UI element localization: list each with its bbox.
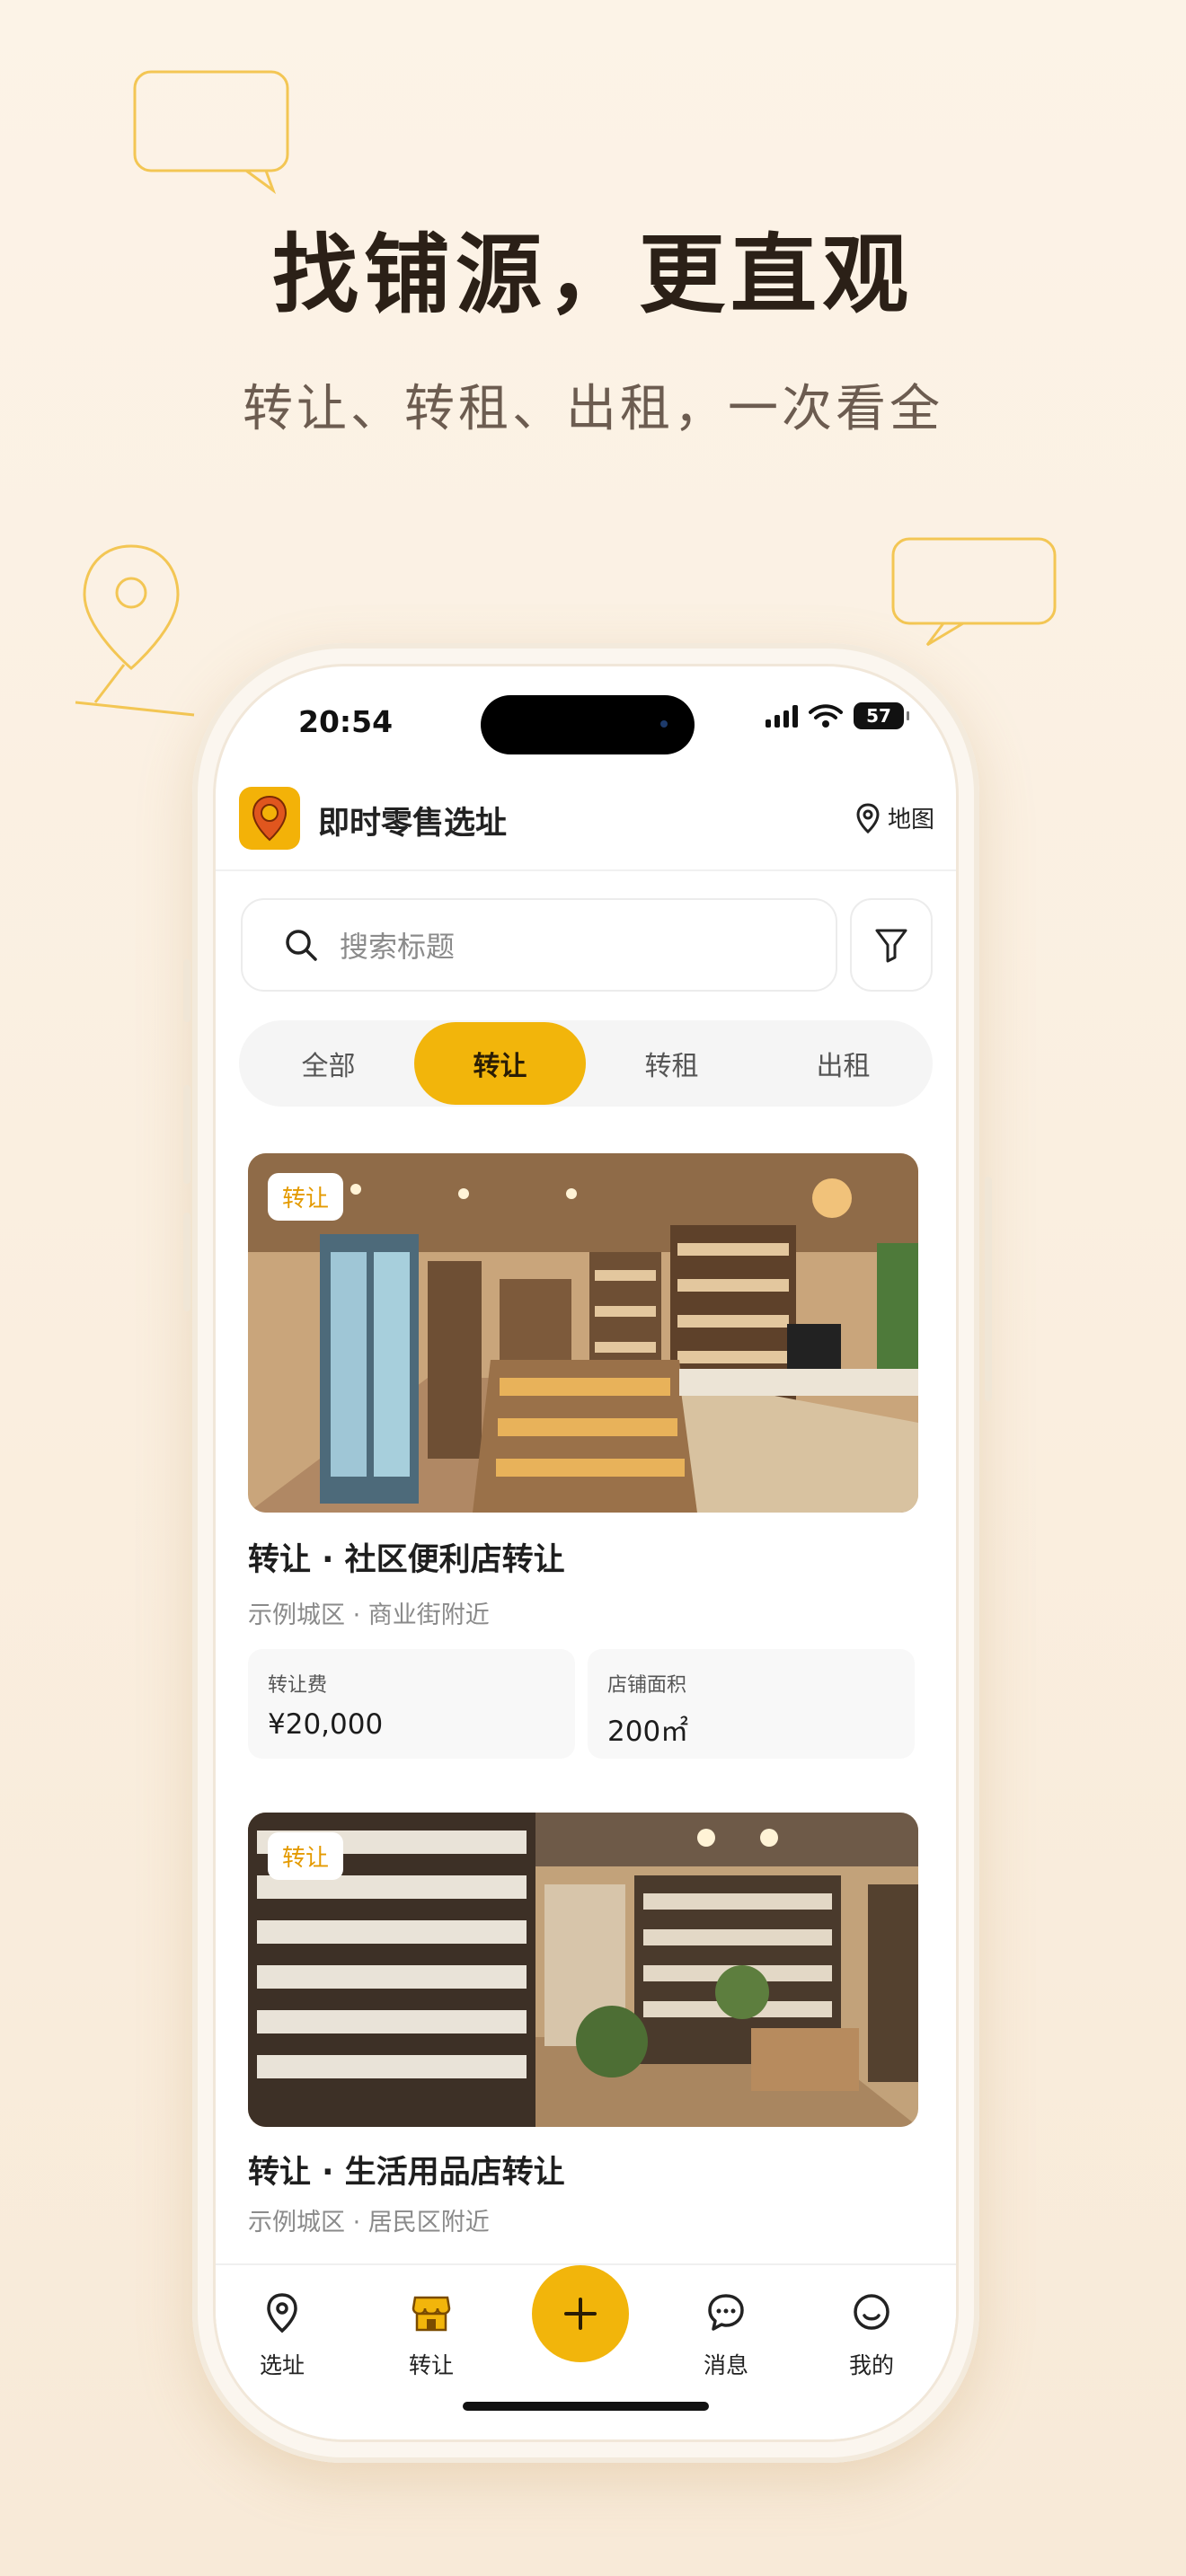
tab-transfer[interactable]: 转让 — [414, 1022, 586, 1105]
listing-title[interactable]: 转让 · 社区便利店转让 — [248, 1534, 565, 1580]
speech-bubble-decoration — [133, 70, 289, 194]
app-logo — [239, 787, 300, 850]
listing-title[interactable]: 转让 · 生活用品店转让 — [248, 2147, 565, 2192]
phone-side-button — [183, 959, 190, 1022]
tabbar-label: 选址 — [259, 2352, 305, 2378]
phone-volume-up — [183, 1085, 190, 1184]
map-label: 地图 — [887, 807, 934, 834]
location-pin-logo-icon — [252, 795, 288, 842]
phone-volume-down — [183, 1213, 190, 1311]
home-indicator[interactable] — [463, 2402, 709, 2411]
tab-all[interactable]: 全部 — [243, 1022, 414, 1105]
tabbar-label: 转让 — [408, 2352, 454, 2378]
signal-icon — [766, 704, 798, 728]
stat-label: 转让费 — [268, 1674, 328, 1697]
tabbar-item-transfer[interactable]: 转让 — [386, 2292, 476, 2380]
map-button[interactable]: 地图 — [855, 801, 934, 834]
convenience-store-photo — [248, 1153, 918, 1513]
category-tabs: 全部 转让 转租 出租 — [239, 1020, 933, 1107]
speech-bubble-decoration-right — [891, 537, 1057, 647]
stat-label: 店铺面积 — [607, 1674, 687, 1697]
listing-badge: 转让 — [268, 1173, 344, 1221]
wifi-icon — [809, 704, 843, 728]
household-goods-store-photo — [248, 1813, 918, 2127]
listing-image[interactable]: 转让 — [248, 1153, 918, 1513]
location-pin-icon — [267, 2293, 297, 2333]
stat-value: ¥20,000 — [268, 1708, 384, 1741]
tab-sublet[interactable]: 转租 — [586, 1022, 757, 1105]
stat-value: 200㎡ — [607, 1716, 689, 1748]
tabbar-item-messages[interactable]: 消息 — [681, 2292, 771, 2380]
chat-bubble-icon — [708, 2294, 744, 2331]
phone-power-button — [985, 1177, 992, 1401]
bottom-tab-bar: 选址 转让 消息 我的 — [216, 2263, 956, 2439]
tabbar-item-site[interactable]: 选址 — [237, 2292, 327, 2380]
shop-area-stat: 店铺面积 200㎡ — [588, 1649, 915, 1759]
listing-image[interactable]: 转让 — [248, 1813, 918, 2127]
hero-title: 找铺源，更直观 — [272, 225, 914, 325]
transfer-fee-stat: 转让费 ¥20,000 — [248, 1649, 575, 1759]
shop-icon — [412, 2296, 451, 2332]
tabbar-label: 消息 — [703, 2352, 748, 2378]
battery-icon: 57 — [854, 702, 909, 729]
phone-screen: 20:54 57 即时零售选址 地图 搜索标题 全部 转让 转租 出租 转让 转… — [216, 666, 956, 2439]
status-icons: 57 — [766, 702, 909, 729]
tab-rent[interactable]: 出租 — [757, 1022, 929, 1105]
search-input[interactable]: 搜索标题 — [241, 898, 837, 992]
listing-location: 示例城区 · 居民区附近 — [248, 2209, 490, 2236]
hero-subtitle: 转让、转租、出租，一次看全 — [243, 380, 943, 438]
search-icon — [286, 930, 317, 961]
location-pin-decoration — [75, 544, 195, 717]
filter-button[interactable] — [850, 898, 933, 992]
app-title: 即时零售选址 — [318, 806, 508, 842]
listing-location: 示例城区 · 商业街附近 — [248, 1601, 490, 1629]
dynamic-island — [481, 695, 695, 754]
location-pin-icon — [856, 802, 880, 834]
tabbar-label: 我的 — [848, 2352, 894, 2378]
filter-icon — [875, 929, 907, 963]
tabbar-item-me[interactable]: 我的 — [827, 2292, 916, 2380]
listing-badge: 转让 — [268, 1832, 344, 1880]
add-listing-button[interactable] — [532, 2265, 629, 2362]
search-placeholder: 搜索标题 — [340, 930, 456, 964]
status-time: 20:54 — [298, 704, 394, 739]
plus-icon — [564, 2298, 597, 2330]
smile-face-icon — [854, 2294, 890, 2330]
